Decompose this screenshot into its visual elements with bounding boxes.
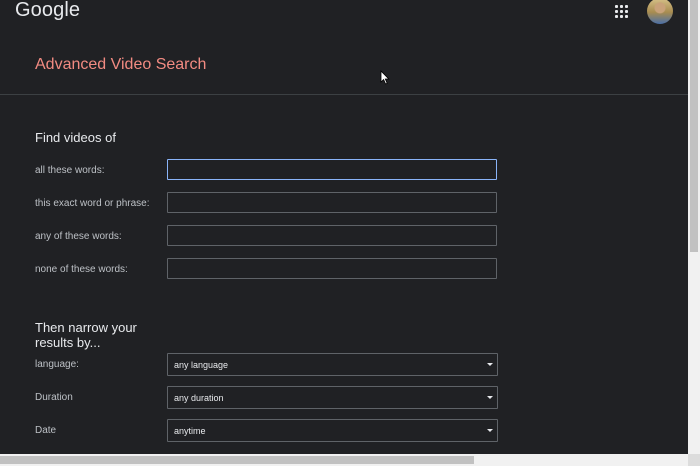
chevron-down-icon: [487, 396, 493, 399]
advanced-video-search-page: Google Advanced Video Search Find videos…: [0, 0, 700, 466]
avatar[interactable]: [647, 0, 673, 24]
language-select-value: any language: [174, 360, 229, 370]
any-words-label: any of these words:: [35, 231, 122, 242]
duration-select[interactable]: any duration: [167, 386, 498, 409]
date-select[interactable]: anytime: [167, 419, 498, 442]
vertical-scrollbar-thumb[interactable]: [690, 0, 698, 252]
any-words-input[interactable]: [167, 225, 497, 246]
all-words-input[interactable]: [167, 159, 497, 180]
narrow-results-heading: Then narrow your results by...: [35, 320, 137, 350]
header-divider: [0, 94, 688, 95]
all-words-label: all these words:: [35, 165, 105, 176]
page-title: Advanced Video Search: [35, 56, 207, 73]
chevron-down-icon: [487, 363, 493, 366]
date-select-value: anytime: [174, 426, 206, 436]
narrow-results-heading-line1: Then narrow your: [35, 320, 137, 335]
mouse-pointer-icon: [380, 70, 390, 85]
find-videos-heading: Find videos of: [35, 130, 116, 145]
horizontal-scrollbar-thumb[interactable]: [0, 456, 474, 464]
apps-grid-icon[interactable]: [615, 5, 629, 19]
top-bar: Google: [0, 0, 688, 30]
language-select[interactable]: any language: [167, 353, 498, 376]
google-logo[interactable]: Google: [15, 0, 80, 22]
none-words-label: none of these words:: [35, 264, 128, 275]
duration-label: Duration: [35, 392, 73, 403]
chevron-down-icon: [487, 429, 493, 432]
narrow-results-heading-line2: results by...: [35, 335, 101, 350]
scrollbar-corner: [688, 454, 700, 466]
vertical-scrollbar[interactable]: [688, 0, 700, 454]
duration-select-value: any duration: [174, 393, 224, 403]
exact-phrase-label: this exact word or phrase:: [35, 198, 150, 209]
language-label: language:: [35, 359, 79, 370]
horizontal-scrollbar[interactable]: [0, 454, 688, 466]
exact-phrase-input[interactable]: [167, 192, 497, 213]
date-label: Date: [35, 425, 57, 436]
none-words-input[interactable]: [167, 258, 497, 279]
